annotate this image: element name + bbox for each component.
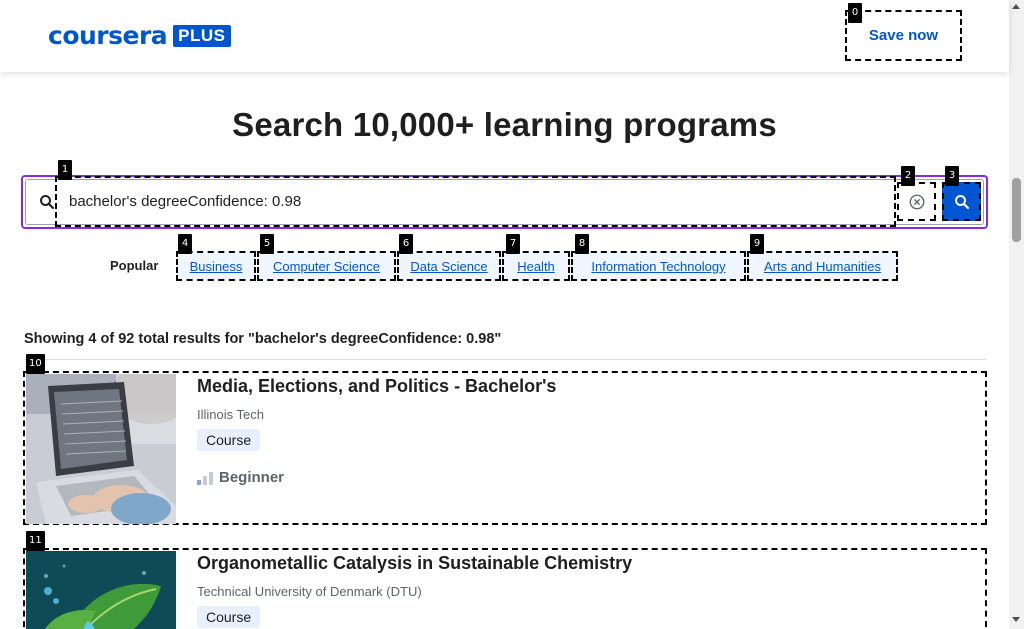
course-title[interactable]: Organometallic Catalysis in Sustainable … — [197, 553, 632, 574]
scroll-up-arrow-icon[interactable] — [1012, 4, 1020, 9]
element-index-badge: 5 — [260, 234, 274, 254]
course-type-badge: Course — [197, 606, 261, 628]
popular-chip-computer-science[interactable]: Computer Science — [257, 251, 396, 281]
search-icon — [40, 195, 55, 210]
element-index-badge: 4 — [178, 234, 192, 254]
results-divider — [24, 359, 986, 360]
course-level-label: Beginner — [219, 469, 285, 486]
search-submit-icon — [954, 194, 969, 209]
course-level: Beginner — [197, 469, 284, 486]
course-title[interactable]: Media, Elections, and Politics - Bachelo… — [197, 376, 556, 397]
logo-wordmark: coursera — [48, 21, 168, 50]
coursera-plus-logo[interactable]: coursera PLUS — [48, 21, 231, 50]
element-index-badge: 9 — [750, 234, 764, 254]
result-card[interactable]: Media, Elections, and Politics - Bachelo… — [23, 371, 987, 525]
element-index-badge: 6 — [399, 234, 413, 254]
result-card[interactable]: Organometallic Catalysis in Sustainable … — [23, 548, 987, 629]
search-submit-button[interactable] — [942, 182, 981, 221]
element-index-badge: 3 — [945, 166, 959, 186]
course-thumbnail-laptop — [26, 374, 176, 524]
popular-chip-data-science[interactable]: Data Science — [397, 251, 501, 281]
search-input[interactable] — [55, 176, 896, 227]
popular-chip-information-technology[interactable]: Information Technology — [571, 251, 746, 281]
results-summary: Showing 4 of 92 total results for "bache… — [24, 331, 502, 347]
popular-label: Popular — [110, 258, 159, 273]
level-bars-icon — [197, 471, 213, 485]
save-now-button[interactable]: Save now — [845, 10, 962, 61]
element-index-badge: 2 — [901, 166, 915, 186]
element-index-badge: 0 — [848, 3, 862, 23]
page-scrollbar[interactable] — [1009, 0, 1024, 629]
course-partner: Technical University of Denmark (DTU) — [197, 584, 422, 599]
logo-plus-badge: PLUS — [173, 25, 231, 47]
page-title: Search 10,000+ learning programs — [232, 106, 777, 143]
popular-chip-business[interactable]: Business — [176, 251, 256, 281]
scroll-down-arrow-icon[interactable] — [1012, 617, 1020, 622]
course-partner: Illinois Tech — [197, 407, 264, 422]
element-index-badge: 1 — [58, 160, 72, 180]
scrollbar-thumb[interactable] — [1012, 178, 1021, 242]
element-index-badge: 7 — [506, 234, 520, 254]
popular-chip-arts-and-humanities[interactable]: Arts and Humanities — [747, 251, 898, 281]
popular-chip-health[interactable]: Health — [502, 251, 570, 281]
element-index-badge: 10 — [26, 354, 45, 374]
clear-search-button[interactable] — [897, 182, 936, 221]
course-thumbnail-leaf — [26, 551, 176, 629]
course-type-badge: Course — [197, 429, 261, 451]
element-index-badge: 8 — [575, 234, 589, 254]
clear-circle-icon — [909, 194, 924, 209]
element-index-badge: 11 — [26, 531, 45, 551]
